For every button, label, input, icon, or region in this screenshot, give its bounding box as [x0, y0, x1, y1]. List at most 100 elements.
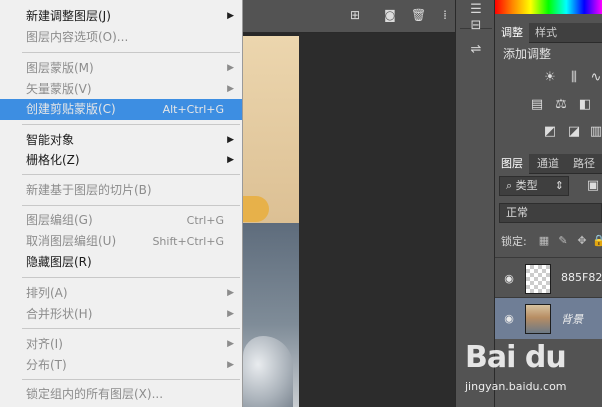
- submenu-arrow-icon: ▶: [227, 309, 234, 319]
- pasteboard: [299, 33, 455, 407]
- gradient-map-icon[interactable]: ▥: [587, 124, 602, 140]
- menu-item-label: 新建基于图层的切片(B): [26, 183, 152, 197]
- brightness-icon[interactable]: ☀: [541, 70, 559, 86]
- trash-icon[interactable]: 🗑: [411, 9, 426, 21]
- tab-channels[interactable]: 通道: [531, 154, 565, 174]
- submenu-arrow-icon: ▶: [227, 288, 234, 298]
- menu-separator: [22, 379, 240, 380]
- menu-item-shortcut: Ctrl+G: [186, 214, 224, 227]
- document-image[interactable]: [243, 36, 299, 407]
- adjustments-slider-icon[interactable]: ⇌: [465, 40, 487, 60]
- lock-all-icon[interactable]: 🔒: [592, 234, 602, 248]
- layer-filter-select[interactable]: ⌕ 类型 ⇕: [499, 176, 569, 196]
- lock-brush-icon[interactable]: ✎: [556, 234, 570, 248]
- search-icon: ⌕: [506, 179, 516, 192]
- menu-item-label: 智能对象: [26, 133, 75, 147]
- menu-item-label: 图层蒙版(M): [26, 61, 94, 75]
- menu-item-label: 图层编组(G): [26, 213, 93, 227]
- layer-thumbnail: [525, 304, 551, 334]
- watermark-logo: Bai du: [465, 340, 567, 375]
- filter-type-label: 类型: [515, 179, 538, 192]
- menu-item-label: 锁定组内的所有图层(X)...: [26, 387, 164, 401]
- hue-icon[interactable]: ▤: [528, 97, 546, 113]
- baidu-watermark: Bai du jingyan.baidu.com: [465, 334, 600, 404]
- adjust-tabbar: 调整 样式: [495, 23, 602, 43]
- lock-label: 锁定:: [501, 235, 527, 248]
- menu-separator: [22, 328, 240, 329]
- layer-row-selected[interactable]: ◉ 背景: [495, 297, 602, 339]
- submenu-arrow-icon: ▶: [227, 339, 234, 349]
- eye-icon[interactable]: ◉: [502, 272, 516, 286]
- menu-item-rasterize[interactable]: 栅格化(Z) ▶: [0, 150, 242, 171]
- layer-name: 背景: [561, 313, 583, 326]
- submenu-arrow-icon: ▶: [227, 84, 234, 94]
- layer-row[interactable]: ◉ 885F82C: [495, 257, 602, 299]
- menu-separator: [22, 277, 240, 278]
- chevron-updown-icon: ⇕: [554, 179, 564, 192]
- watermark-url: jingyan.baidu.com: [465, 380, 567, 393]
- menu-item-new-adjustment-layer[interactable]: 新建调整图层(J) ▶: [0, 6, 242, 27]
- image-background: [243, 36, 299, 223]
- menu-separator: [22, 205, 240, 206]
- camera-icon[interactable]: ◙: [383, 9, 397, 21]
- menu-item-label: 取消图层编组(U): [26, 234, 117, 248]
- invert-icon[interactable]: ◩: [541, 124, 559, 140]
- image-filter-icon[interactable]: ▣: [584, 178, 602, 194]
- menu-item-smart-object[interactable]: 智能对象 ▶: [0, 130, 242, 151]
- tool-presets-icon[interactable]: ⊟: [465, 16, 487, 36]
- image-object: [243, 196, 269, 222]
- menu-item-shortcut: Alt+Ctrl+G: [162, 103, 224, 116]
- menu-item-label: 排列(A): [26, 286, 68, 300]
- lock-move-icon[interactable]: ✥: [575, 234, 589, 248]
- menu-item-label: 图层内容选项(O)...: [26, 30, 129, 44]
- menu-item-align[interactable]: 对齐(I) ▶: [0, 334, 242, 355]
- menu-item-group-layers[interactable]: 图层编组(G) Ctrl+G: [0, 210, 242, 231]
- menu-item-label: 分布(T): [26, 358, 67, 372]
- menu-item-distribute[interactable]: 分布(T) ▶: [0, 355, 242, 376]
- submenu-arrow-icon: ▶: [227, 360, 234, 370]
- levels-icon[interactable]: ⫼: [565, 70, 583, 86]
- tab-layers[interactable]: 图层: [495, 154, 529, 174]
- menu-separator: [22, 174, 240, 175]
- new-layer-icon[interactable]: ⊞: [348, 9, 362, 21]
- submenu-arrow-icon: ▶: [227, 135, 234, 145]
- menu-item-label: 对齐(I): [26, 337, 63, 351]
- tab-adjustments[interactable]: 调整: [495, 23, 529, 43]
- color-spectrum[interactable]: [495, 0, 602, 14]
- menu-item-ungroup-layers[interactable]: 取消图层编组(U) Shift+Ctrl+G: [0, 231, 242, 252]
- lock-transparent-icon[interactable]: ▦: [537, 234, 551, 248]
- blend-mode-label: 正常: [506, 206, 528, 219]
- black-white-icon[interactable]: ◧: [576, 97, 594, 113]
- menu-item-combine-shapes[interactable]: 合并形状(H) ▶: [0, 304, 242, 325]
- menu-item-label: 隐藏图层(R): [26, 255, 92, 269]
- menu-item-label: 创建剪贴蒙版(C): [26, 102, 116, 116]
- layers-tabbar: 图层 通道 路径: [495, 154, 602, 174]
- menu-item-create-clipping-mask[interactable]: 创建剪贴蒙版(C) Alt+Ctrl+G: [0, 99, 242, 120]
- tab-paths[interactable]: 路径: [567, 154, 601, 174]
- menu-item-arrange[interactable]: 排列(A) ▶: [0, 283, 242, 304]
- curves-icon[interactable]: ∿: [587, 70, 602, 86]
- tab-styles[interactable]: 样式: [529, 23, 563, 43]
- menu-item-layer-content-options[interactable]: 图层内容选项(O)...: [0, 27, 242, 48]
- menu-item-layer-mask[interactable]: 图层蒙版(M) ▶: [0, 58, 242, 79]
- color-balance-icon[interactable]: ⚖: [552, 97, 570, 113]
- eye-icon[interactable]: ◉: [502, 312, 516, 326]
- menu-item-lock-layers-in-group[interactable]: 锁定组内的所有图层(X)...: [0, 384, 242, 405]
- grip-icon: ⁞: [443, 8, 447, 22]
- adjust-title: 添加调整: [503, 47, 552, 61]
- layer-name: 885F82C: [561, 271, 602, 284]
- submenu-arrow-icon: ▶: [227, 155, 234, 165]
- menu-item-label: 合并形状(H): [26, 307, 93, 321]
- image-rock: [243, 336, 293, 407]
- submenu-arrow-icon: ▶: [227, 11, 234, 21]
- layer-thumbnail: [525, 264, 551, 294]
- threshold-icon[interactable]: ◪: [565, 124, 583, 140]
- menu-item-hide-layers[interactable]: 隐藏图层(R): [0, 252, 242, 273]
- context-menu: 新建调整图层(J) ▶ 图层内容选项(O)... 图层蒙版(M) ▶ 矢量蒙版(…: [0, 0, 243, 407]
- menu-item-vector-mask[interactable]: 矢量蒙版(V) ▶: [0, 79, 242, 100]
- submenu-arrow-icon: ▶: [227, 63, 234, 73]
- menu-item-new-slice[interactable]: 新建基于图层的切片(B): [0, 180, 242, 201]
- blend-mode-select[interactable]: 正常: [499, 203, 602, 223]
- document-header: ⊞ ◙ 🗑 ⁞: [243, 0, 455, 33]
- menu-separator: [22, 52, 240, 53]
